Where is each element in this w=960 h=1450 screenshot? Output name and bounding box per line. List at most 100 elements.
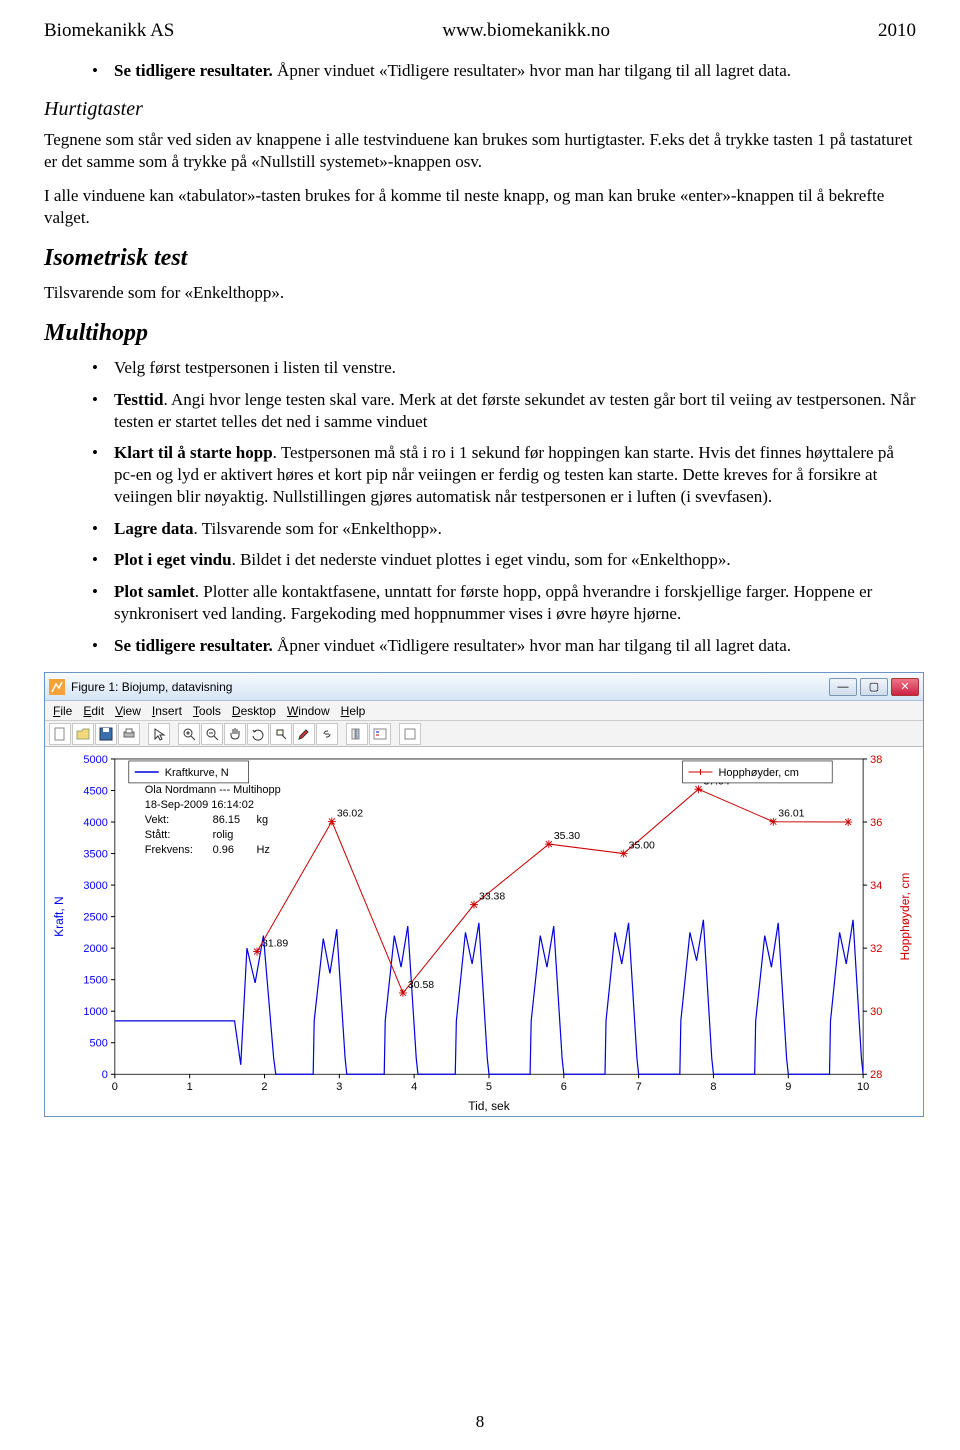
svg-text:1000: 1000: [83, 1007, 107, 1019]
legend-button[interactable]: [369, 723, 391, 745]
svg-text:3: 3: [336, 1082, 342, 1094]
svg-text:0.96: 0.96: [213, 844, 234, 856]
bullet-se-tidligere-text: Åpner vinduet «Tidligere resultater» hvo…: [273, 61, 791, 80]
svg-text:3500: 3500: [83, 849, 107, 861]
menu-desktop[interactable]: Desktop: [228, 704, 280, 718]
svg-text:4000: 4000: [83, 817, 107, 829]
figure-window: Figure 1: Biojump, datavisning — ▢ ✕ Fil…: [44, 672, 924, 1117]
plot-area[interactable]: 0500100015002000250030003500400045005000…: [45, 747, 923, 1116]
svg-text:Hopphøyder, cm: Hopphøyder, cm: [898, 873, 912, 961]
svg-text:5000: 5000: [83, 754, 107, 766]
zoom-out-button[interactable]: [201, 723, 223, 745]
heading-multihopp: Multihopp: [44, 320, 916, 347]
menu-window[interactable]: Window: [283, 704, 334, 718]
bullet-ploteget-label: Plot i eget vindu: [114, 550, 232, 569]
svg-text:Vekt:: Vekt:: [145, 814, 169, 826]
svg-text:4500: 4500: [83, 786, 107, 798]
svg-text:rolig: rolig: [213, 829, 234, 841]
svg-text:Hz: Hz: [257, 844, 270, 856]
svg-text:2500: 2500: [83, 912, 107, 924]
svg-text:86.15: 86.15: [213, 814, 240, 826]
svg-text:Stått:: Stått:: [145, 829, 171, 841]
bullet-plot-samlet: Plot samlet. Plotter alle kontaktfasene,…: [92, 581, 916, 625]
svg-text:31.89: 31.89: [262, 939, 288, 950]
page-header: Biomekanikk AS www.biomekanikk.no 2010: [44, 20, 916, 42]
svg-text:Frekvens:: Frekvens:: [145, 844, 193, 856]
svg-text:Ola Nordmann --- Multihopp: Ola Nordmann --- Multihopp: [145, 784, 281, 796]
svg-text:0: 0: [102, 1070, 108, 1082]
page-number: 8: [0, 1412, 960, 1432]
svg-text:36.02: 36.02: [337, 809, 363, 820]
bullet-ploteget-text: . Bildet i det nederste vinduet plottes …: [232, 550, 731, 569]
minimize-button[interactable]: —: [829, 678, 857, 696]
hurtigtaster-p1: Tegnene som står ved siden av knappene i…: [44, 129, 916, 173]
svg-text:33.38: 33.38: [479, 892, 505, 903]
svg-text:2000: 2000: [83, 944, 107, 956]
header-center: www.biomekanikk.no: [442, 20, 610, 42]
titlebar[interactable]: Figure 1: Biojump, datavisning — ▢ ✕: [45, 673, 923, 701]
bullet-lagre-data: Lagre data. Tilsvarende som for «Enkelth…: [92, 518, 916, 540]
save-button[interactable]: [95, 723, 117, 745]
menubar: File Edit View Insert Tools Desktop Wind…: [45, 701, 923, 721]
menu-help[interactable]: Help: [337, 704, 370, 718]
bullet-plotsamlet-label: Plot samlet: [114, 582, 195, 601]
hide-tools-button[interactable]: [399, 723, 421, 745]
bullet-lagre-text: . Tilsvarende som for «Enkelthopp».: [194, 519, 442, 538]
header-right: 2010: [878, 20, 916, 42]
menu-tools[interactable]: Tools: [189, 704, 225, 718]
titlebar-text: Figure 1: Biojump, datavisning: [71, 680, 232, 694]
rotate-button[interactable]: [247, 723, 269, 745]
svg-text:6: 6: [561, 1082, 567, 1094]
heading-hurtigtaster: Hurtigtaster: [44, 98, 916, 121]
colorbar-button[interactable]: [346, 723, 368, 745]
pointer-button[interactable]: [148, 723, 170, 745]
open-button[interactable]: [72, 723, 94, 745]
close-button[interactable]: ✕: [891, 678, 919, 696]
zoom-in-button[interactable]: [178, 723, 200, 745]
svg-text:35.00: 35.00: [629, 841, 655, 852]
heading-isometrisk: Isometrisk test: [44, 245, 916, 272]
svg-text:Tid, sek: Tid, sek: [468, 1100, 509, 1114]
menu-file[interactable]: File: [49, 704, 76, 718]
svg-text:32: 32: [870, 944, 882, 956]
svg-text:7: 7: [636, 1082, 642, 1094]
svg-text:35.30: 35.30: [554, 832, 580, 843]
print-button[interactable]: [118, 723, 140, 745]
svg-text:9: 9: [785, 1082, 791, 1094]
svg-text:2: 2: [261, 1082, 267, 1094]
svg-text:34: 34: [870, 881, 882, 893]
pan-button[interactable]: [224, 723, 246, 745]
svg-text:3000: 3000: [83, 881, 107, 893]
svg-text:4: 4: [411, 1082, 417, 1094]
svg-text:38: 38: [870, 754, 882, 766]
new-figure-button[interactable]: [49, 723, 71, 745]
data-cursor-button[interactable]: [270, 723, 292, 745]
svg-text:1500: 1500: [83, 975, 107, 987]
bullet-se-tidligere: Se tidligere resultater. Åpner vinduet «…: [92, 60, 916, 82]
svg-text:Hopphøyder, cm: Hopphøyder, cm: [718, 767, 798, 779]
svg-text:8: 8: [710, 1082, 716, 1094]
bullet-velg-testperson: Velg først testpersonen i listen til ven…: [92, 357, 916, 379]
menu-insert[interactable]: Insert: [148, 704, 186, 718]
svg-text:5: 5: [486, 1082, 492, 1094]
bullet-plotsamlet-text: . Plotter alle kontaktfasene, unntatt fo…: [114, 582, 872, 623]
bullet-setidl-text: Åpner vinduet «Tidligere resultater» hvo…: [273, 636, 791, 655]
svg-text:kg: kg: [257, 814, 269, 826]
bullet-se-tidligere-2: Se tidligere resultater. Åpner vinduet «…: [92, 635, 916, 657]
maximize-button[interactable]: ▢: [860, 678, 888, 696]
bullet-lagre-label: Lagre data: [114, 519, 194, 538]
svg-text:0: 0: [112, 1082, 118, 1094]
bullet-testtid: Testtid. Angi hvor lenge testen skal var…: [92, 389, 916, 433]
menu-view[interactable]: View: [111, 704, 145, 718]
hurtigtaster-p2: I alle vinduene kan «tabulator»-tasten b…: [44, 185, 916, 229]
toolbar: [45, 721, 923, 747]
header-left: Biomekanikk AS: [44, 20, 174, 42]
bullet-klart-starte: Klart til å starte hopp. Testpersonen må…: [92, 442, 916, 507]
link-button[interactable]: [316, 723, 338, 745]
menu-edit[interactable]: Edit: [79, 704, 108, 718]
svg-text:30: 30: [870, 1007, 882, 1019]
brush-button[interactable]: [293, 723, 315, 745]
bullet-se-tidligere-label: Se tidligere resultater.: [114, 61, 273, 80]
bullet-plot-eget: Plot i eget vindu. Bildet i det nederste…: [92, 549, 916, 571]
isometrisk-p: Tilsvarende som for «Enkelthopp».: [44, 282, 916, 304]
